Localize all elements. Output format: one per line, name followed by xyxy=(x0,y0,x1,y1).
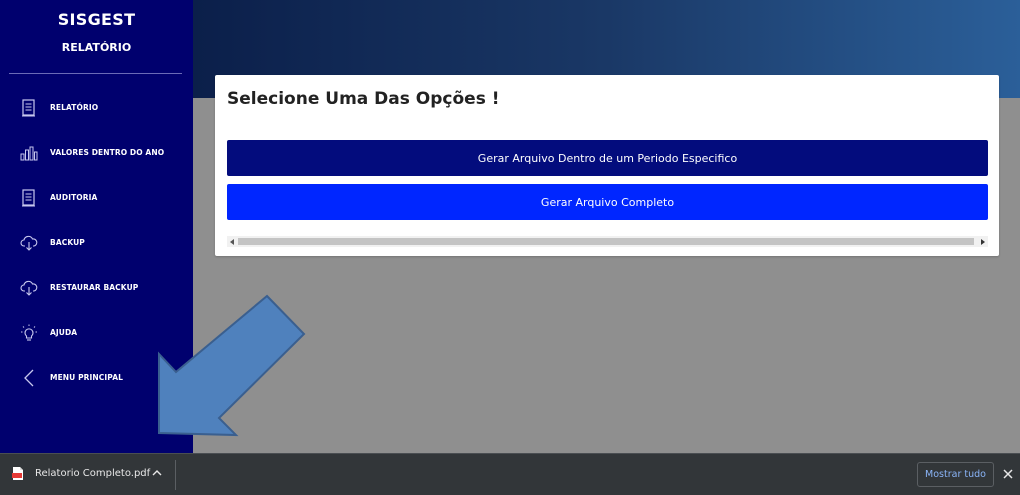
download-bar: Relatorio Completo.pdf Mostrar tudo xyxy=(0,453,1020,495)
sidebar-brand: SISGEST RELATÓRIO xyxy=(0,0,193,54)
document-icon xyxy=(19,98,39,118)
options-card: Selecione Uma Das Opções ! Gerar Arquivo… xyxy=(215,75,999,256)
page-title: Selecione Uma Das Opções ! xyxy=(227,89,500,109)
generate-period-file-button[interactable]: Gerar Arquivo Dentro de um Periodo Espec… xyxy=(227,140,988,176)
horizontal-scrollbar[interactable] xyxy=(227,236,988,247)
sidebar-item-label: VALORES DENTRO DO ANO xyxy=(50,148,165,157)
chevron-left-icon xyxy=(19,368,39,388)
cloud-download-icon xyxy=(19,278,39,298)
scroll-right-arrow-icon[interactable] xyxy=(977,236,988,247)
sidebar-item-relatorio[interactable]: RELATÓRIO xyxy=(0,85,193,130)
chevron-up-icon[interactable] xyxy=(150,466,164,480)
sidebar-item-label: AUDITORIA xyxy=(50,193,98,202)
download-file-name: Relatorio Completo.pdf xyxy=(35,468,151,479)
scrollbar-thumb[interactable] xyxy=(238,238,974,245)
bar-chart-icon xyxy=(19,143,39,163)
sidebar-item-valores-dentro-do-ano[interactable]: VALORES DENTRO DO ANO xyxy=(0,130,193,175)
sidebar-item-label: BACKUP xyxy=(50,238,85,247)
cloud-download-icon xyxy=(19,233,39,253)
sidebar-divider xyxy=(9,73,182,74)
sidebar-item-label: AJUDA xyxy=(50,328,78,337)
brand-title: SISGEST xyxy=(57,10,136,29)
sidebar-item-label: MENU PRINCIPAL xyxy=(50,373,123,382)
pdf-file-icon xyxy=(12,467,23,480)
download-item[interactable]: Relatorio Completo.pdf xyxy=(0,454,176,495)
download-separator xyxy=(175,460,176,490)
sidebar-item-label: RELATÓRIO xyxy=(50,103,99,112)
brand-subtitle: RELATÓRIO xyxy=(61,41,132,54)
close-icon[interactable] xyxy=(1000,466,1016,482)
annotation-arrow-icon xyxy=(158,294,306,437)
lightbulb-icon xyxy=(19,323,39,343)
generate-full-file-button[interactable]: Gerar Arquivo Completo xyxy=(227,184,988,220)
sidebar-item-auditoria[interactable]: AUDITORIA xyxy=(0,175,193,220)
sidebar-item-backup[interactable]: BACKUP xyxy=(0,220,193,265)
scroll-left-arrow-icon[interactable] xyxy=(227,236,238,247)
sidebar-item-label: RESTAURAR BACKUP xyxy=(50,283,139,292)
show-all-button[interactable]: Mostrar tudo xyxy=(917,462,994,487)
document-icon xyxy=(19,188,39,208)
